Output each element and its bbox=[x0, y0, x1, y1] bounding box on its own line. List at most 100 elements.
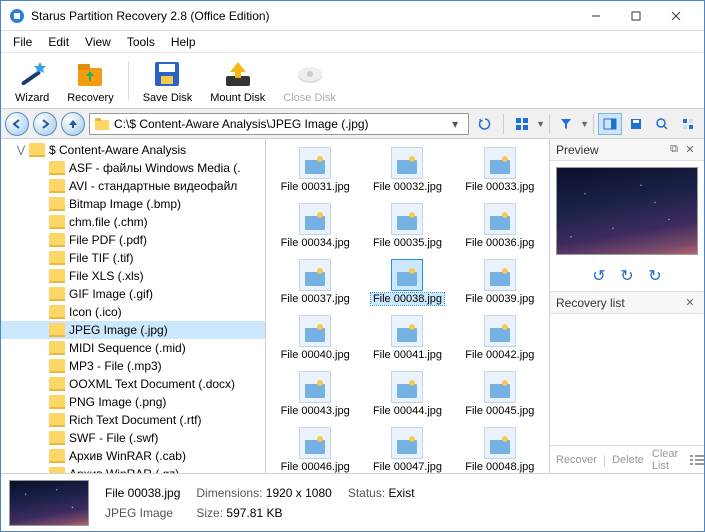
file-thumbnail bbox=[484, 147, 516, 179]
mountdisk-button[interactable]: Mount Disk bbox=[202, 56, 273, 106]
file-item[interactable]: File 00033.jpg bbox=[455, 145, 545, 195]
savedisk-button[interactable]: Save Disk bbox=[135, 56, 201, 106]
tree-item[interactable]: Rich Text Document (.rtf) bbox=[1, 411, 265, 429]
menu-tools[interactable]: Tools bbox=[119, 33, 163, 51]
tree-item[interactable]: Архив WinRAR (.cab) bbox=[1, 447, 265, 465]
preview-title: Preview bbox=[556, 143, 666, 157]
folder-tree[interactable]: ⋁ $ Content-Aware Analysis ASF - файлы W… bbox=[1, 139, 266, 473]
file-label: File 00031.jpg bbox=[281, 181, 350, 193]
collapse-icon[interactable]: ⋁ bbox=[15, 145, 27, 156]
search-button[interactable] bbox=[650, 113, 674, 135]
file-item[interactable]: File 00047.jpg bbox=[362, 425, 452, 473]
file-item[interactable]: File 00046.jpg bbox=[270, 425, 360, 473]
file-label: File 00045.jpg bbox=[465, 405, 534, 417]
tree-item[interactable]: OOXML Text Document (.docx) bbox=[1, 375, 265, 393]
tree-item[interactable]: ASF - файлы Windows Media (. bbox=[1, 159, 265, 177]
nav-forward-button[interactable] bbox=[33, 112, 57, 136]
recovery-list-header: Recovery list ✕ bbox=[550, 292, 704, 314]
tree-item[interactable]: MIDI Sequence (.mid) bbox=[1, 339, 265, 357]
closedisk-label: Close Disk bbox=[283, 92, 336, 104]
main-area: ⋁ $ Content-Aware Analysis ASF - файлы W… bbox=[1, 139, 704, 473]
chevron-down-icon[interactable]: ▼ bbox=[536, 119, 545, 129]
clearlist-button[interactable]: Clear List bbox=[650, 448, 680, 472]
tree-root[interactable]: ⋁ $ Content-Aware Analysis bbox=[1, 141, 265, 159]
file-item[interactable]: File 00041.jpg bbox=[362, 313, 452, 363]
file-item[interactable]: File 00045.jpg bbox=[455, 369, 545, 419]
tree-item[interactable]: JPEG Image (.jpg) bbox=[1, 321, 265, 339]
recovery-options-icon[interactable] bbox=[688, 454, 705, 466]
tree-item[interactable]: File PDF (.pdf) bbox=[1, 231, 265, 249]
menu-help[interactable]: Help bbox=[163, 33, 204, 51]
tree-item[interactable]: PNG Image (.png) bbox=[1, 393, 265, 411]
nav-back-button[interactable] bbox=[5, 112, 29, 136]
menu-file[interactable]: File bbox=[5, 33, 40, 51]
file-item[interactable]: File 00043.jpg bbox=[270, 369, 360, 419]
file-item[interactable]: File 00048.jpg bbox=[455, 425, 545, 473]
folder-icon bbox=[49, 215, 65, 229]
file-item[interactable]: File 00034.jpg bbox=[270, 201, 360, 251]
file-item[interactable]: File 00037.jpg bbox=[270, 257, 360, 307]
file-item[interactable]: File 00039.jpg bbox=[455, 257, 545, 307]
tree-item-label: Rich Text Document (.rtf) bbox=[69, 413, 201, 427]
file-thumbnail bbox=[484, 315, 516, 347]
recover-button[interactable]: Recover bbox=[554, 454, 599, 466]
wizard-button[interactable]: Wizard bbox=[7, 56, 57, 106]
file-item[interactable]: File 00040.jpg bbox=[270, 313, 360, 363]
recovery-list-close-icon[interactable]: ✕ bbox=[682, 296, 698, 309]
tree-item[interactable]: Архив WinRAR (.gz) bbox=[1, 465, 265, 473]
close-button[interactable] bbox=[656, 2, 696, 30]
file-item[interactable]: File 00035.jpg bbox=[362, 201, 452, 251]
address-bar[interactable]: C:\$ Content-Aware Analysis\JPEG Image (… bbox=[89, 113, 469, 135]
maximize-button[interactable] bbox=[616, 2, 656, 30]
savedisk-icon bbox=[151, 58, 183, 90]
file-thumbnail bbox=[391, 147, 423, 179]
tree-item[interactable]: File TIF (.tif) bbox=[1, 249, 265, 267]
save-view-button[interactable] bbox=[624, 113, 648, 135]
tree-item[interactable]: AVI - стандартные видеофайл bbox=[1, 177, 265, 195]
filter-button[interactable] bbox=[554, 113, 578, 135]
rotate-right-button[interactable]: ↻ bbox=[646, 267, 664, 285]
status-dim-value: 1920 x 1080 bbox=[266, 486, 332, 500]
preview-pin-icon[interactable]: ⧉ bbox=[666, 143, 682, 156]
tree-item-label: Bitmap Image (.bmp) bbox=[69, 197, 181, 211]
chevron-down-icon[interactable]: ▼ bbox=[580, 119, 589, 129]
tree-item[interactable]: Bitmap Image (.bmp) bbox=[1, 195, 265, 213]
tree-item[interactable]: MP3 - File (.mp3) bbox=[1, 357, 265, 375]
file-thumbnail bbox=[484, 427, 516, 459]
file-item[interactable]: File 00044.jpg bbox=[362, 369, 452, 419]
tree-item[interactable]: GIF Image (.gif) bbox=[1, 285, 265, 303]
file-thumbnail bbox=[299, 427, 331, 459]
delete-button[interactable]: Delete bbox=[610, 454, 646, 466]
file-thumbnail bbox=[484, 203, 516, 235]
recovery-footer: Recover | Delete Clear List bbox=[550, 445, 704, 473]
tree-item[interactable]: chm.file (.chm) bbox=[1, 213, 265, 231]
rotate-left-button[interactable]: ↺ bbox=[590, 267, 608, 285]
file-label: File 00034.jpg bbox=[281, 237, 350, 249]
tree-item[interactable]: SWF - File (.swf) bbox=[1, 429, 265, 447]
recovery-list[interactable] bbox=[550, 314, 704, 445]
menu-view[interactable]: View bbox=[77, 33, 119, 51]
file-item[interactable]: File 00032.jpg bbox=[362, 145, 452, 195]
file-thumbnail bbox=[484, 259, 516, 291]
address-dropdown-icon[interactable]: ▾ bbox=[452, 117, 464, 131]
preview-image bbox=[556, 167, 698, 255]
tree-item-label: MIDI Sequence (.mid) bbox=[69, 341, 186, 355]
view-mode-button[interactable] bbox=[510, 113, 534, 135]
file-item[interactable]: File 00031.jpg bbox=[270, 145, 360, 195]
recovery-button[interactable]: Recovery bbox=[59, 56, 121, 106]
rotate-180-button[interactable]: ↻ bbox=[618, 267, 636, 285]
refresh-button[interactable] bbox=[473, 113, 497, 135]
tree-item[interactable]: Icon (.ico) bbox=[1, 303, 265, 321]
file-item[interactable]: File 00036.jpg bbox=[455, 201, 545, 251]
minimize-button[interactable] bbox=[576, 2, 616, 30]
preview-toggle-button[interactable] bbox=[598, 113, 622, 135]
preview-close-icon[interactable]: ✕ bbox=[682, 143, 698, 156]
menu-edit[interactable]: Edit bbox=[40, 33, 77, 51]
file-item[interactable]: File 00038.jpg bbox=[362, 257, 452, 307]
file-item[interactable]: File 00042.jpg bbox=[455, 313, 545, 363]
nav-up-button[interactable] bbox=[61, 112, 85, 136]
tree-item[interactable]: File XLS (.xls) bbox=[1, 267, 265, 285]
file-grid[interactable]: File 00031.jpg File 00032.jpgFile 00033.j… bbox=[266, 139, 549, 473]
options-button[interactable] bbox=[676, 113, 700, 135]
status-size-label: Size: bbox=[196, 506, 223, 520]
